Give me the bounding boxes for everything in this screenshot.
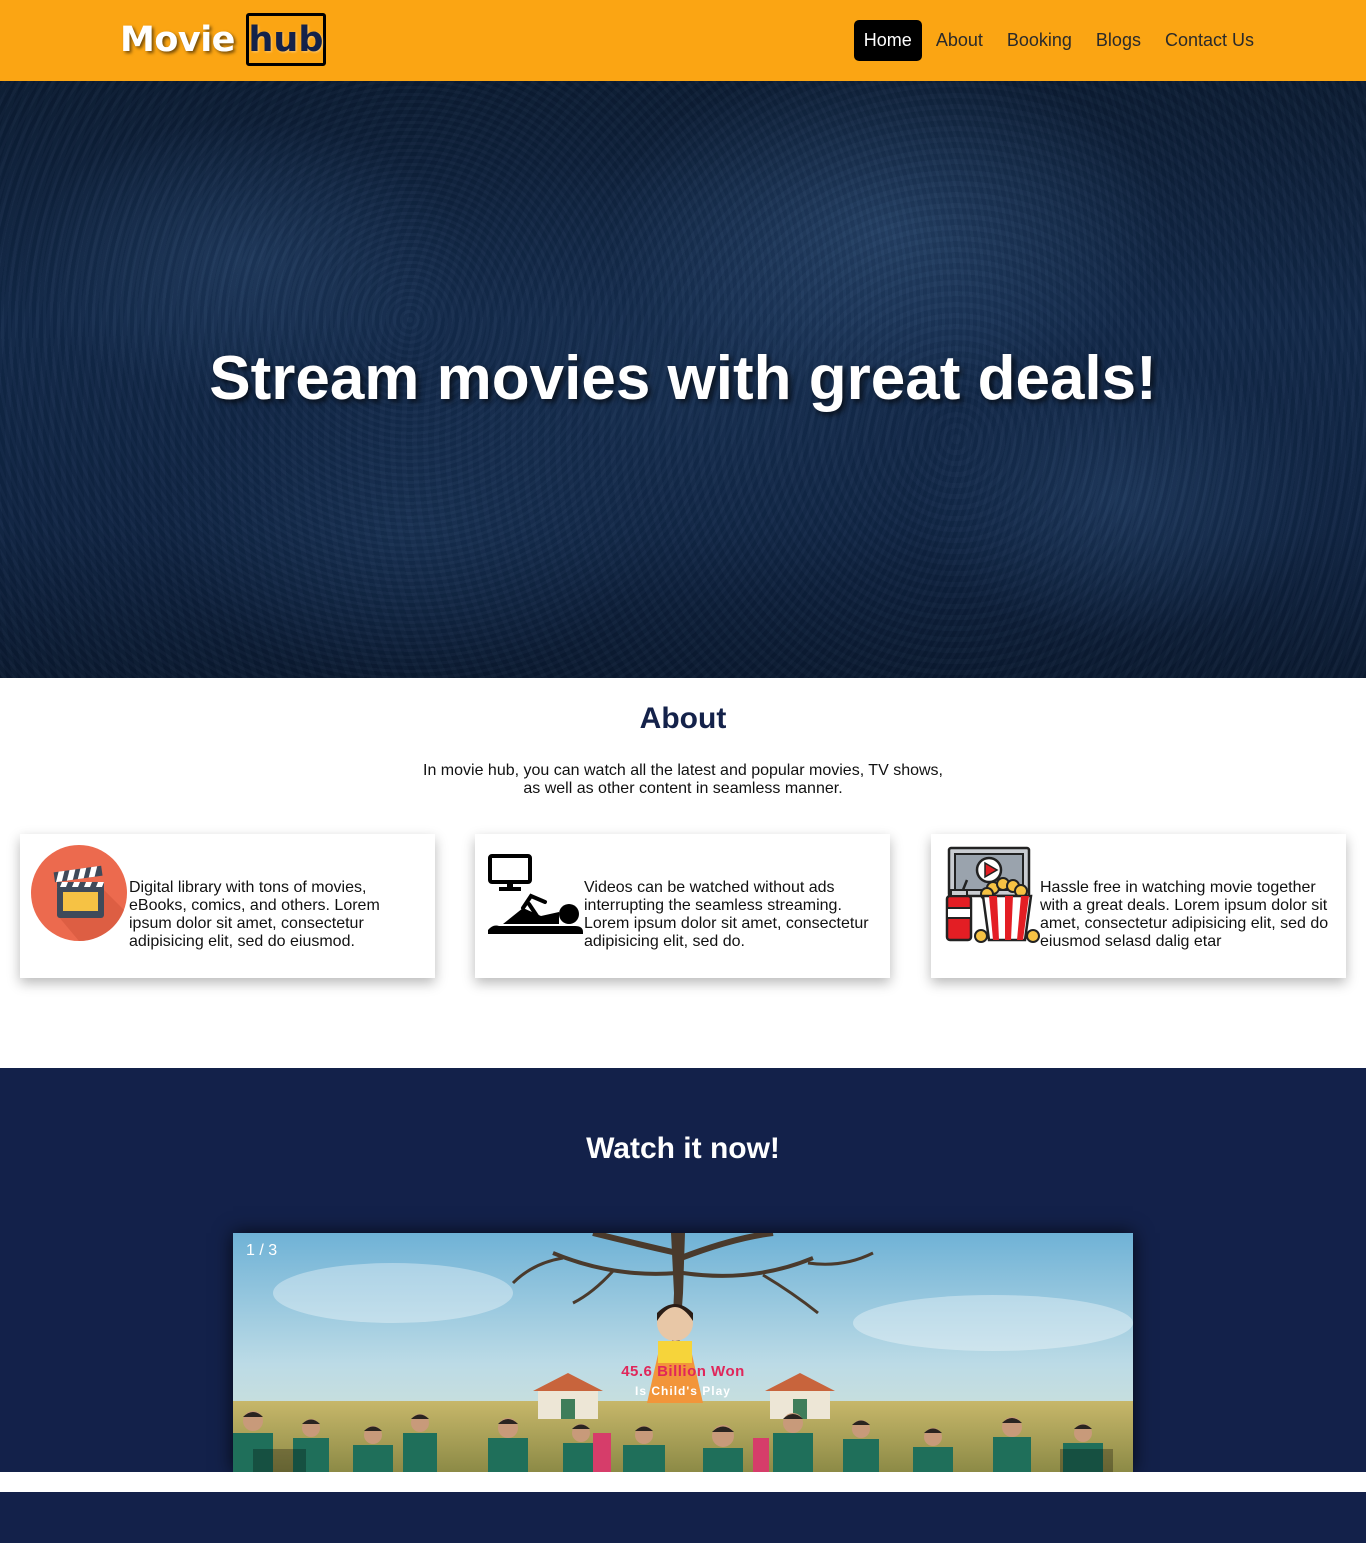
nav-link-about[interactable]: About (924, 20, 995, 61)
watch-section: Watch it now! 1 / 3 45.6 Billion Won Is … (0, 1068, 1366, 1472)
logo-text-movie: Movie (120, 19, 235, 60)
hero-title: Stream movies with great deals! (209, 344, 1157, 413)
slide-image (233, 1233, 1133, 1472)
feature-card-no-ads: Videos can be watched without ads interr… (475, 834, 890, 978)
main-nav: Home About Booking Blogs Contact Us (853, 20, 1266, 61)
about-description: In movie hub, you can watch all the late… (423, 762, 943, 797)
slider-prev-button[interactable] (253, 1449, 306, 1472)
tv-watching-icon (485, 844, 584, 943)
feature-card-text: Hassle free in watching movie together w… (1040, 879, 1329, 950)
watch-heading: Watch it now! (586, 1132, 780, 1165)
movie-slider[interactable]: 1 / 3 45.6 Billion Won Is Child's Play (233, 1233, 1133, 1472)
slide-subheadline: Is Child's Play (635, 1384, 731, 1398)
feature-card-text: Digital library with tons of movies, eBo… (129, 879, 380, 950)
cinema-popcorn-icon (941, 844, 1040, 943)
about-heading: About (639, 702, 727, 735)
feature-card-library: Digital library with tons of movies, eBo… (20, 834, 435, 978)
section-divider (0, 1472, 1366, 1492)
site-logo[interactable]: Movie hub (120, 13, 326, 66)
navbar: Movie hub Home About Booking Blogs Conta… (0, 0, 1366, 81)
page: Movie hub Home About Booking Blogs Conta… (0, 0, 1366, 1543)
footer (0, 1492, 1366, 1543)
logo-text-hub: hub (245, 13, 326, 66)
nav-link-booking[interactable]: Booking (995, 20, 1084, 61)
hero-banner: Stream movies with great deals! (0, 81, 1366, 678)
nav-link-blogs[interactable]: Blogs (1084, 20, 1153, 61)
slider-next-button[interactable] (1060, 1449, 1113, 1472)
nav-link-home[interactable]: Home (853, 20, 922, 61)
clapperboard-icon (30, 844, 129, 943)
feature-card-watch-together: Hassle free in watching movie together w… (931, 834, 1346, 978)
slide-counter: 1 / 3 (246, 1242, 278, 1259)
feature-card-text: Videos can be watched without ads interr… (584, 879, 869, 950)
nav-link-contact-us[interactable]: Contact Us (1153, 20, 1266, 61)
slide-headline: 45.6 Billion Won (621, 1363, 745, 1380)
